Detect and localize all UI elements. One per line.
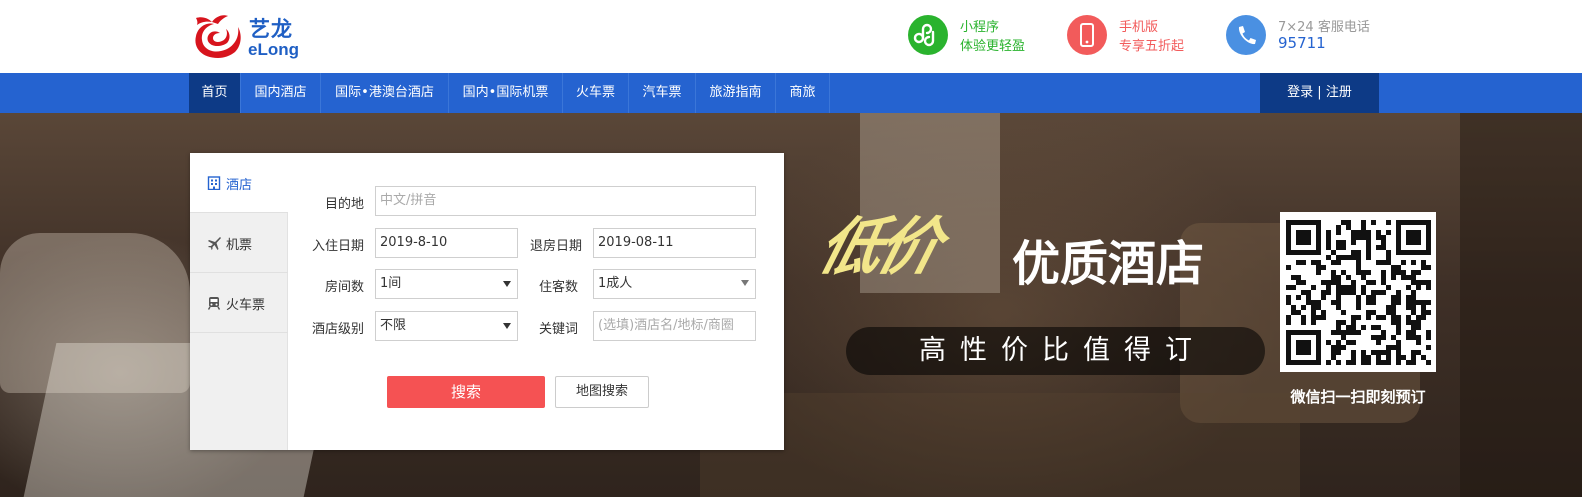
qr-code-icon: [1286, 220, 1431, 365]
promo-cursive-text: 低价: [811, 210, 946, 283]
elong-logo[interactable]: 艺龙 eLong: [190, 12, 308, 62]
destination-placeholder: 中文/拼音: [380, 193, 437, 208]
miniprogram-subtitle: 体验更轻盈: [960, 39, 1026, 54]
tab-divider: [190, 332, 288, 333]
nav-business[interactable]: 商旅: [776, 73, 830, 113]
tab-flight-label: 机票: [226, 238, 253, 253]
keyword-placeholder: (选填)酒店名/地标/商圈: [598, 318, 734, 333]
mobile-title: 手机版: [1119, 20, 1159, 35]
logo-text-en: eLong: [248, 40, 299, 59]
nav-bus[interactable]: 汽车票: [629, 73, 696, 113]
keyword-label: 关键词: [538, 322, 578, 337]
nav-home[interactable]: 首页: [189, 73, 241, 113]
logo-text-cn: 艺龙: [249, 17, 293, 41]
main-nav: 首页 国内酒店 国际•港澳台酒店 国内•国际机票 火车票 汽车票 旅游指南 商旅…: [0, 73, 1582, 113]
miniprogram-icon: [908, 15, 948, 55]
train-icon: [207, 297, 221, 310]
tab-flight[interactable]: 机票: [190, 213, 288, 272]
service-phone: 95711: [1278, 34, 1326, 52]
promo-headline: 优质酒店: [1012, 236, 1205, 292]
service-hours: 7×24 客服电话: [1278, 20, 1370, 35]
guests-value: 1成人: [598, 276, 633, 291]
nav-travel-guide[interactable]: 旅游指南: [696, 73, 776, 113]
checkout-label: 退房日期: [529, 239, 582, 254]
hotel-icon: [207, 176, 221, 190]
miniprogram-title: 小程序: [960, 20, 1000, 35]
mobile-subtitle: 专享五折起: [1119, 39, 1185, 54]
site-header: 艺龙 eLong 小程序 体验更轻盈 手机版 专享五折起 7×24 客服电话 9…: [0, 0, 1582, 73]
mobile-phone-icon: [1067, 15, 1107, 55]
tab-train[interactable]: 火车票: [190, 273, 288, 332]
star-level-label: 酒店级别: [311, 322, 364, 337]
promo-tagline: 高性价比值得订: [919, 335, 1206, 366]
guests-label: 住客数: [538, 280, 578, 295]
chevron-down-icon: [741, 280, 749, 286]
rooms-label: 房间数: [324, 280, 364, 295]
search-button[interactable]: 搜索: [387, 376, 545, 408]
nav-train[interactable]: 火车票: [563, 73, 629, 113]
elong-bird-icon: [195, 15, 241, 58]
keyword-input[interactable]: (选填)酒店名/地标/商圈: [593, 311, 756, 341]
checkin-value: 2019-8-10: [380, 235, 448, 250]
checkin-date-input[interactable]: 2019-8-10: [375, 228, 518, 258]
wechat-qr-code: [1280, 212, 1436, 372]
nav-flights[interactable]: 国内•国际机票: [449, 73, 563, 113]
checkout-value: 2019-08-11: [598, 235, 674, 250]
tab-train-label: 火车票: [226, 298, 266, 313]
chevron-down-icon: [503, 323, 511, 329]
destination-label: 目的地: [324, 197, 364, 212]
plane-icon: [208, 237, 221, 250]
star-level-select[interactable]: 不限: [375, 311, 518, 341]
rooms-select[interactable]: 1间: [375, 269, 518, 299]
login-register-link[interactable]: 登录 | 注册: [1260, 73, 1379, 113]
tab-hotel[interactable]: 酒店: [190, 153, 289, 212]
nav-intl-hotel[interactable]: 国际•港澳台酒店: [321, 73, 449, 113]
star-level-value: 不限: [380, 318, 407, 333]
curtain-shape: [1460, 113, 1582, 497]
tab-hotel-label: 酒店: [226, 178, 253, 193]
nav-domestic-hotel[interactable]: 国内酒店: [241, 73, 321, 113]
search-tabs: 酒店 机票 火车票: [190, 153, 289, 450]
chevron-down-icon: [503, 281, 511, 287]
floor-shape: [700, 393, 1300, 497]
rooms-value: 1间: [380, 276, 402, 291]
checkout-date-input[interactable]: 2019-08-11: [593, 228, 756, 258]
map-search-button[interactable]: 地图搜索: [555, 376, 649, 408]
destination-input[interactable]: 中文/拼音: [375, 186, 756, 216]
guests-select[interactable]: 1成人: [593, 269, 756, 299]
qr-caption: 微信扫一扫即刻预订: [1290, 388, 1426, 406]
checkin-label: 入住日期: [311, 239, 364, 254]
phone-icon: [1226, 15, 1266, 55]
